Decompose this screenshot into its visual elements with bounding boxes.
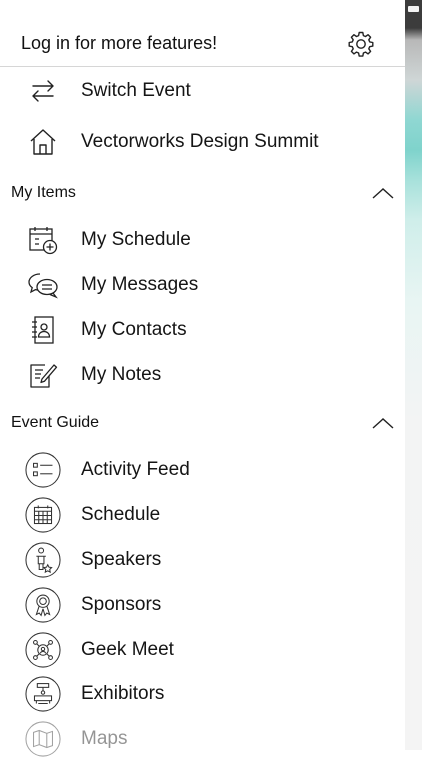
menu-item-current-event[interactable]: Vectorworks Design Summit [0,120,405,164]
ribbon-badge-icon [24,586,62,624]
app-screen: Log in for more features! Switch Event V… [0,0,422,757]
network-people-icon [24,631,62,669]
menu-item-label: Speakers [81,549,162,570]
calendar-add-icon [24,221,62,259]
speaker-podium-icon [24,541,62,579]
menu-item-label: Schedule [81,504,161,525]
menu-item-maps[interactable]: Maps [0,717,405,761]
menu-item-label: My Contacts [81,319,187,340]
menu-item-label: Vectorworks Design Summit [81,131,319,152]
menu-item-label: Switch Event [81,80,191,101]
side-drawer: Log in for more features! Switch Event V… [0,0,405,757]
address-book-icon [24,311,62,349]
menu-item-label: Geek Meet [81,639,174,660]
menu-item-label: My Schedule [81,229,191,250]
menu-item-label: My Notes [81,364,162,385]
menu-item-my-contacts[interactable]: My Contacts [0,308,405,352]
section-header-event-guide[interactable]: Event Guide [0,408,405,438]
main-content-peek[interactable] [405,0,422,750]
menu-item-switch-event[interactable]: Switch Event [0,69,405,113]
menu-item-my-notes[interactable]: My Notes [0,353,405,397]
menu-item-label: Maps [81,728,128,749]
map-icon [24,720,62,758]
home-icon [24,123,62,161]
menu-item-exhibitors[interactable]: Exhibitors [0,672,405,716]
menu-item-geek-meet[interactable]: Geek Meet [0,628,405,672]
chevron-up-icon[interactable] [371,416,395,430]
menu-item-my-schedule[interactable]: My Schedule [0,218,405,262]
chevron-up-icon[interactable] [371,186,395,200]
status-bar-indicator [408,6,419,12]
menu-item-sponsors[interactable]: Sponsors [0,583,405,627]
menu-item-label: Sponsors [81,594,162,615]
section-header-my-items[interactable]: My Items [0,178,405,208]
note-edit-icon [24,356,62,394]
section-title: Event Guide [11,414,100,431]
booth-icon [24,675,62,713]
menu-item-label: My Messages [81,274,199,295]
menu-item-label: Exhibitors [81,683,165,704]
list-icon [24,451,62,489]
section-title: My Items [11,184,76,201]
menu-item-my-messages[interactable]: My Messages [0,263,405,307]
menu-item-activity-feed[interactable]: Activity Feed [0,448,405,492]
switch-arrows-icon [24,72,62,110]
calendar-grid-icon [24,496,62,534]
login-prompt[interactable]: Log in for more features! [21,33,217,54]
chat-bubbles-icon [24,266,62,304]
drawer-header: Log in for more features! [0,0,405,67]
menu-item-schedule[interactable]: Schedule [0,493,405,537]
gear-icon[interactable] [347,30,375,58]
menu-item-label: Activity Feed [81,459,190,480]
menu-item-speakers[interactable]: Speakers [0,538,405,582]
